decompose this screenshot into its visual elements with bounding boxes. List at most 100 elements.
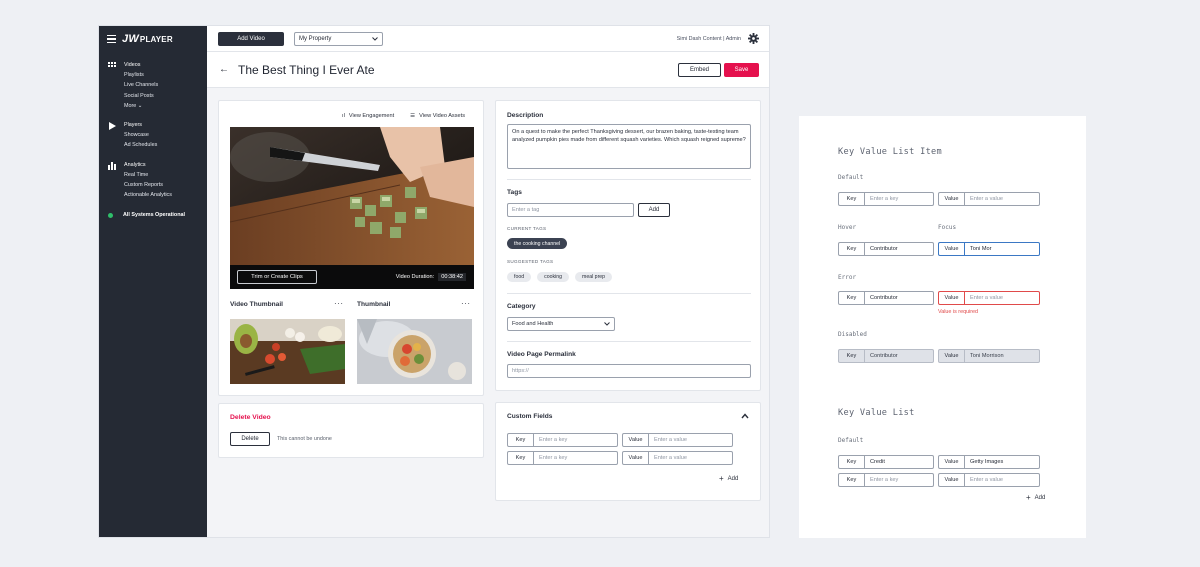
thumbnail-image[interactable] [357,319,472,384]
spec-list-title: Key Value List [838,408,915,418]
sidebar-item-live-channels[interactable]: Live Channels [124,80,158,90]
current-tags-label: CURRENT TAGS [507,226,547,231]
key-input[interactable]: Enter a key [534,434,617,446]
video-thumbnail-image[interactable] [230,319,345,384]
sidebar-item-showcase[interactable]: Showcase [124,130,157,140]
embed-button[interactable]: Embed [678,63,721,77]
kv-list-key-1[interactable]: Key Credit [838,455,934,469]
category-label: Category [507,303,536,310]
thumbnail-more-icon[interactable]: ··· [461,299,471,308]
trim-clips-button[interactable]: Trim or Create Clips [237,270,317,284]
topbar: Add Video My Property Simi Dash Content … [207,26,769,52]
key-input[interactable]: Enter a key [534,452,617,464]
category-select-value: Food and Health [512,321,554,327]
state-error-label: Error [838,274,857,281]
kv-value-focus[interactable]: Value Toni Mor [938,242,1040,256]
sidebar-item-social-posts[interactable]: Social Posts [124,91,158,101]
video-duration: Video Duration: 00:38:42 [396,273,466,281]
kv-key-error[interactable]: Key Contributor [838,291,934,305]
play-icon [109,122,116,131]
sidebar-item-ad-schedules[interactable]: Ad Schedules [124,140,157,150]
sidebar-item-analytics[interactable]: Analytics [124,160,172,170]
description-textarea[interactable]: On a quest to make the perfect Thanksgiv… [507,124,751,169]
logo[interactable]: JW PLAYER [122,33,173,45]
custom-field-value[interactable]: Value Enter a value [622,451,733,465]
kv-value-disabled: Value Toni Morrison [938,349,1040,363]
key-label: Key [508,452,534,464]
value-label: Value [623,452,649,464]
value-input[interactable]: Enter a value [649,434,732,446]
property-select[interactable]: My Property [294,31,383,46]
description-label: Description [507,112,544,119]
delete-note: This cannot be undone [277,436,332,442]
divider [507,341,751,342]
state-disabled-label: Disabled [838,331,867,338]
nav-group-videos: Videos Playlists Live Channels Social Po… [99,60,207,111]
custom-field-value[interactable]: Value Enter a value [622,433,733,447]
kv-key-hover[interactable]: Key Contributor [838,242,934,256]
view-engagement-link[interactable]: ıl View Engagement [342,113,394,119]
sidebar-item-custom-reports[interactable]: Custom Reports [124,180,172,190]
kv-list-key-2[interactable]: Key Enter a key [838,473,934,487]
media-links: ıl View Engagement ☰ View Video Assets [342,113,465,119]
custom-fields-title: Custom Fields [507,413,553,420]
kv-key-disabled: Key Contributor [838,349,934,363]
tag-input[interactable]: Enter a tag [507,203,634,217]
delete-title: Delete Video [230,414,271,421]
property-select-value: My Property [299,35,332,42]
sidebar-item-playlists[interactable]: Playlists [124,70,158,80]
user-label[interactable]: Simi Dash Content | Admin [677,36,741,42]
view-assets-link[interactable]: ☰ View Video Assets [410,113,465,119]
divider [507,293,751,294]
add-video-button[interactable]: Add Video [218,31,284,46]
delete-button[interactable]: Delete [230,432,270,446]
kv-value-error[interactable]: Value Enter a value [938,291,1040,305]
sidebar-item-more[interactable]: More ⌄ [124,101,158,111]
video-control-bar: Trim or Create Clips Video Duration: 00:3… [230,265,474,289]
back-arrow-icon[interactable]: ← [219,64,229,75]
sidebar-item-players[interactable]: Players [124,120,157,130]
save-button[interactable]: Save [724,63,759,77]
custom-field-key[interactable]: Key Enter a key [507,451,618,465]
tags-label: Tags [507,189,522,196]
kv-key-default[interactable]: Key Enter a key [838,192,934,206]
sidebar-item-real-time[interactable]: Real Time [124,170,172,180]
titlebar: ← The Best Thing I Ever Ate Embed Save [207,52,769,88]
add-custom-field-button[interactable]: + Add [719,474,738,483]
bar-chart-icon: ıl [342,113,345,119]
component-spec-panel: Key Value List Item Default Key Enter a … [799,116,1086,538]
current-tag-chip[interactable]: the cooking channel [507,238,568,249]
grid-icon [108,62,116,67]
nav-group-analytics: Analytics Real Time Custom Reports Actio… [99,160,207,201]
delete-card: Delete Video Delete This cannot be undon… [218,403,484,458]
category-select[interactable]: Food and Health [507,317,615,331]
suggested-tag-chip[interactable]: meal prep [575,272,613,282]
gear-icon[interactable] [748,33,759,44]
permalink-input[interactable]: https:// [507,364,751,378]
page-title: The Best Thing I Ever Ate [238,62,375,77]
kv-list-value-2[interactable]: Value Enter a value [938,473,1040,487]
chevron-up-icon[interactable] [741,413,749,419]
state-focus-label: Focus [938,224,957,231]
sidebar-item-videos[interactable]: Videos [124,60,158,70]
suggested-tag-chip[interactable]: cooking [537,272,569,282]
chevron-down-icon [604,322,610,326]
plus-icon: + [1026,493,1031,502]
add-tag-button[interactable]: Add [638,203,670,217]
system-status[interactable]: All Systems Operational [99,212,207,218]
custom-field-key[interactable]: Key Enter a key [507,433,618,447]
state-hover-label: Hover [838,224,857,231]
key-label: Key [508,434,534,446]
status-text: All Systems Operational [123,212,186,219]
video-thumbnail-more-icon[interactable]: ··· [334,299,344,308]
sidebar-item-actionable-analytics[interactable]: Actionable Analytics [124,190,172,200]
video-player[interactable]: Trim or Create Clips Video Duration: 00:3… [230,127,474,289]
menu-icon[interactable] [107,34,116,44]
kv-value-default[interactable]: Value Enter a value [938,192,1040,206]
suggested-tags: food cooking meal prep [507,272,613,282]
suggested-tag-chip[interactable]: food [507,272,532,282]
kv-list-value-1[interactable]: Value Getty Images [938,455,1040,469]
add-kv-row-button[interactable]: + Add [1026,493,1045,502]
value-input[interactable]: Enter a value [649,452,732,464]
list-default-label: Default [838,437,864,444]
